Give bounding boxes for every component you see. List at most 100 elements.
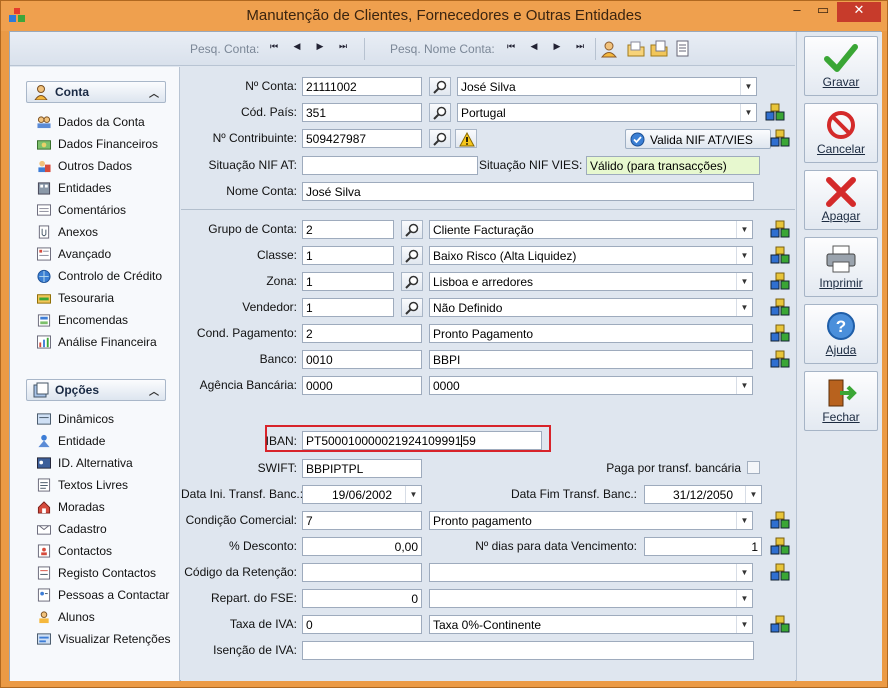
- account-name-field[interactable]: José Silva: [302, 182, 754, 201]
- seller-description[interactable]: Não Definido ▼: [429, 298, 753, 317]
- sidebar-account-item[interactable]: Dados Financeiros: [36, 137, 158, 155]
- vat-rate-combo[interactable]: Taxa 0%-Continente ▼: [429, 615, 753, 634]
- sidebar-option-item[interactable]: Contactos: [36, 544, 112, 562]
- seller-code-field[interactable]: 1: [302, 298, 394, 317]
- sidebar-option-item[interactable]: Visualizar Retenções: [36, 632, 171, 650]
- sidebar-option-item[interactable]: Registo Contactos: [36, 566, 156, 584]
- entity-lookup-icon[interactable]: [770, 220, 790, 239]
- bank-agency-code-field[interactable]: 0000: [302, 376, 422, 395]
- search-seller-button[interactable]: [401, 298, 423, 317]
- retention-combo[interactable]: ▼: [429, 563, 753, 582]
- entity-lookup-icon[interactable]: [770, 511, 790, 530]
- first-record-button[interactable]: ⏮: [268, 41, 280, 55]
- search-account-button[interactable]: [429, 77, 451, 96]
- nif-status-field[interactable]: [302, 156, 478, 175]
- sidebar-option-item[interactable]: ID. Alternativa: [36, 456, 133, 474]
- dropdown-arrow-icon[interactable]: ▼: [736, 299, 752, 316]
- country-code-field[interactable]: 351: [302, 103, 422, 122]
- sidebar-account-item[interactable]: Controlo de Crédito: [36, 269, 162, 287]
- iban-field[interactable]: PT50001000002192410999159: [302, 431, 542, 450]
- options-panel-header[interactable]: Opções ︿: [26, 379, 166, 401]
- folder-documents-icon[interactable]: [650, 40, 668, 58]
- sidebar-account-item[interactable]: Encomendas: [36, 313, 128, 331]
- dropdown-arrow-icon[interactable]: ▼: [736, 377, 752, 394]
- zone-code-field[interactable]: 1: [302, 272, 394, 291]
- account-group-description[interactable]: Cliente Facturação ▼: [429, 220, 753, 239]
- entity-lookup-icon[interactable]: [770, 272, 790, 291]
- bank-agency-description[interactable]: 0000 ▼: [429, 376, 753, 395]
- help-button[interactable]: ? Ajuda: [804, 304, 878, 364]
- sidebar-option-item[interactable]: Textos Livres: [36, 478, 128, 496]
- dropdown-arrow-icon[interactable]: ▼: [745, 486, 761, 503]
- sidebar-account-item[interactable]: Comentários: [36, 203, 126, 221]
- bank-code-field[interactable]: 0010: [302, 350, 422, 369]
- save-button[interactable]: Gravar: [804, 36, 878, 96]
- collapse-chevron-icon[interactable]: ︿: [149, 85, 159, 100]
- entity-lookup-icon[interactable]: [770, 298, 790, 317]
- retention-code-field[interactable]: [302, 563, 422, 582]
- search-taxpayer-button[interactable]: [429, 129, 451, 148]
- entity-lookup-icon[interactable]: [765, 103, 785, 122]
- sidebar-account-item[interactable]: Anexos: [36, 225, 98, 243]
- payment-condition-description[interactable]: Pronto Pagamento: [429, 324, 753, 343]
- sidebar-option-item[interactable]: Cadastro: [36, 522, 107, 540]
- account-name-combo[interactable]: José Silva ▼: [457, 77, 757, 96]
- entity-lookup-icon[interactable]: [770, 324, 790, 343]
- account-number-field[interactable]: 21111002: [302, 77, 422, 96]
- sidebar-account-item[interactable]: Outros Dados: [36, 159, 132, 177]
- cancel-button[interactable]: Cancelar: [804, 103, 878, 163]
- document-list-icon[interactable]: [674, 40, 692, 58]
- last-name-button[interactable]: ⏭: [574, 41, 586, 55]
- country-combo[interactable]: Portugal ▼: [457, 103, 757, 122]
- entity-lookup-icon[interactable]: [770, 246, 790, 265]
- sidebar-option-item[interactable]: Alunos: [36, 610, 95, 628]
- swift-field[interactable]: BBPIPTPL: [302, 459, 422, 478]
- user-icon[interactable]: [600, 40, 618, 58]
- vat-exemption-field[interactable]: [302, 641, 754, 660]
- sidebar-option-item[interactable]: Moradas: [36, 500, 105, 518]
- validate-nif-button[interactable]: Valida NIF AT/VIES: [625, 129, 771, 149]
- account-panel-header[interactable]: Conta ︿: [26, 81, 166, 103]
- fse-field[interactable]: 0: [302, 589, 422, 608]
- minimize-button[interactable]: –: [784, 2, 810, 22]
- print-button[interactable]: Imprimir: [804, 237, 878, 297]
- dropdown-arrow-icon[interactable]: ▼: [740, 78, 756, 95]
- open-folder-icon[interactable]: [627, 40, 645, 58]
- dropdown-arrow-icon[interactable]: ▼: [736, 273, 752, 290]
- bank-transfer-checkbox[interactable]: [747, 461, 760, 474]
- commercial-condition-combo[interactable]: Pronto pagamento ▼: [429, 511, 753, 530]
- search-account-group-button[interactable]: [401, 220, 423, 239]
- sidebar-account-item[interactable]: Entidades: [36, 181, 111, 199]
- next-record-button[interactable]: ▶: [314, 41, 326, 55]
- entity-lookup-icon[interactable]: [770, 615, 790, 634]
- search-zone-button[interactable]: [401, 272, 423, 291]
- close-window-button[interactable]: ✕: [837, 2, 881, 22]
- fse-combo[interactable]: ▼: [429, 589, 753, 608]
- taxpayer-field[interactable]: 509427987: [302, 129, 422, 148]
- dropdown-arrow-icon[interactable]: ▼: [736, 247, 752, 264]
- sidebar-account-item[interactable]: Tesouraria: [36, 291, 114, 309]
- vat-rate-field[interactable]: 0: [302, 615, 422, 634]
- dropdown-arrow-icon[interactable]: ▼: [736, 564, 752, 581]
- sidebar-option-item[interactable]: Pessoas a Contactar: [36, 588, 169, 606]
- discount-field[interactable]: 0,00: [302, 537, 422, 556]
- bank-description[interactable]: BBPI: [429, 350, 753, 369]
- delete-button[interactable]: Apagar: [804, 170, 878, 230]
- sidebar-account-item[interactable]: Avançado: [36, 247, 111, 265]
- close-button[interactable]: Fechar: [804, 371, 878, 431]
- payment-condition-code-field[interactable]: 2: [302, 324, 422, 343]
- dropdown-arrow-icon[interactable]: ▼: [405, 486, 421, 503]
- class-description[interactable]: Baixo Risco (Alta Liquidez) ▼: [429, 246, 753, 265]
- collapse-chevron-icon[interactable]: ︿: [149, 383, 159, 398]
- entity-lookup-icon[interactable]: [770, 563, 790, 582]
- sidebar-account-item[interactable]: Análise Financeira: [36, 335, 157, 353]
- dropdown-arrow-icon[interactable]: ▼: [736, 590, 752, 607]
- due-days-field[interactable]: 1: [644, 537, 762, 556]
- previous-name-button[interactable]: ◀: [528, 41, 540, 55]
- zone-description[interactable]: Lisboa e arredores ▼: [429, 272, 753, 291]
- sidebar-option-item[interactable]: Dinâmicos: [36, 412, 114, 430]
- dropdown-arrow-icon[interactable]: ▼: [736, 616, 752, 633]
- search-class-button[interactable]: [401, 246, 423, 265]
- maximize-button[interactable]: ▭: [810, 2, 836, 22]
- sidebar-option-item[interactable]: Entidade: [36, 434, 105, 452]
